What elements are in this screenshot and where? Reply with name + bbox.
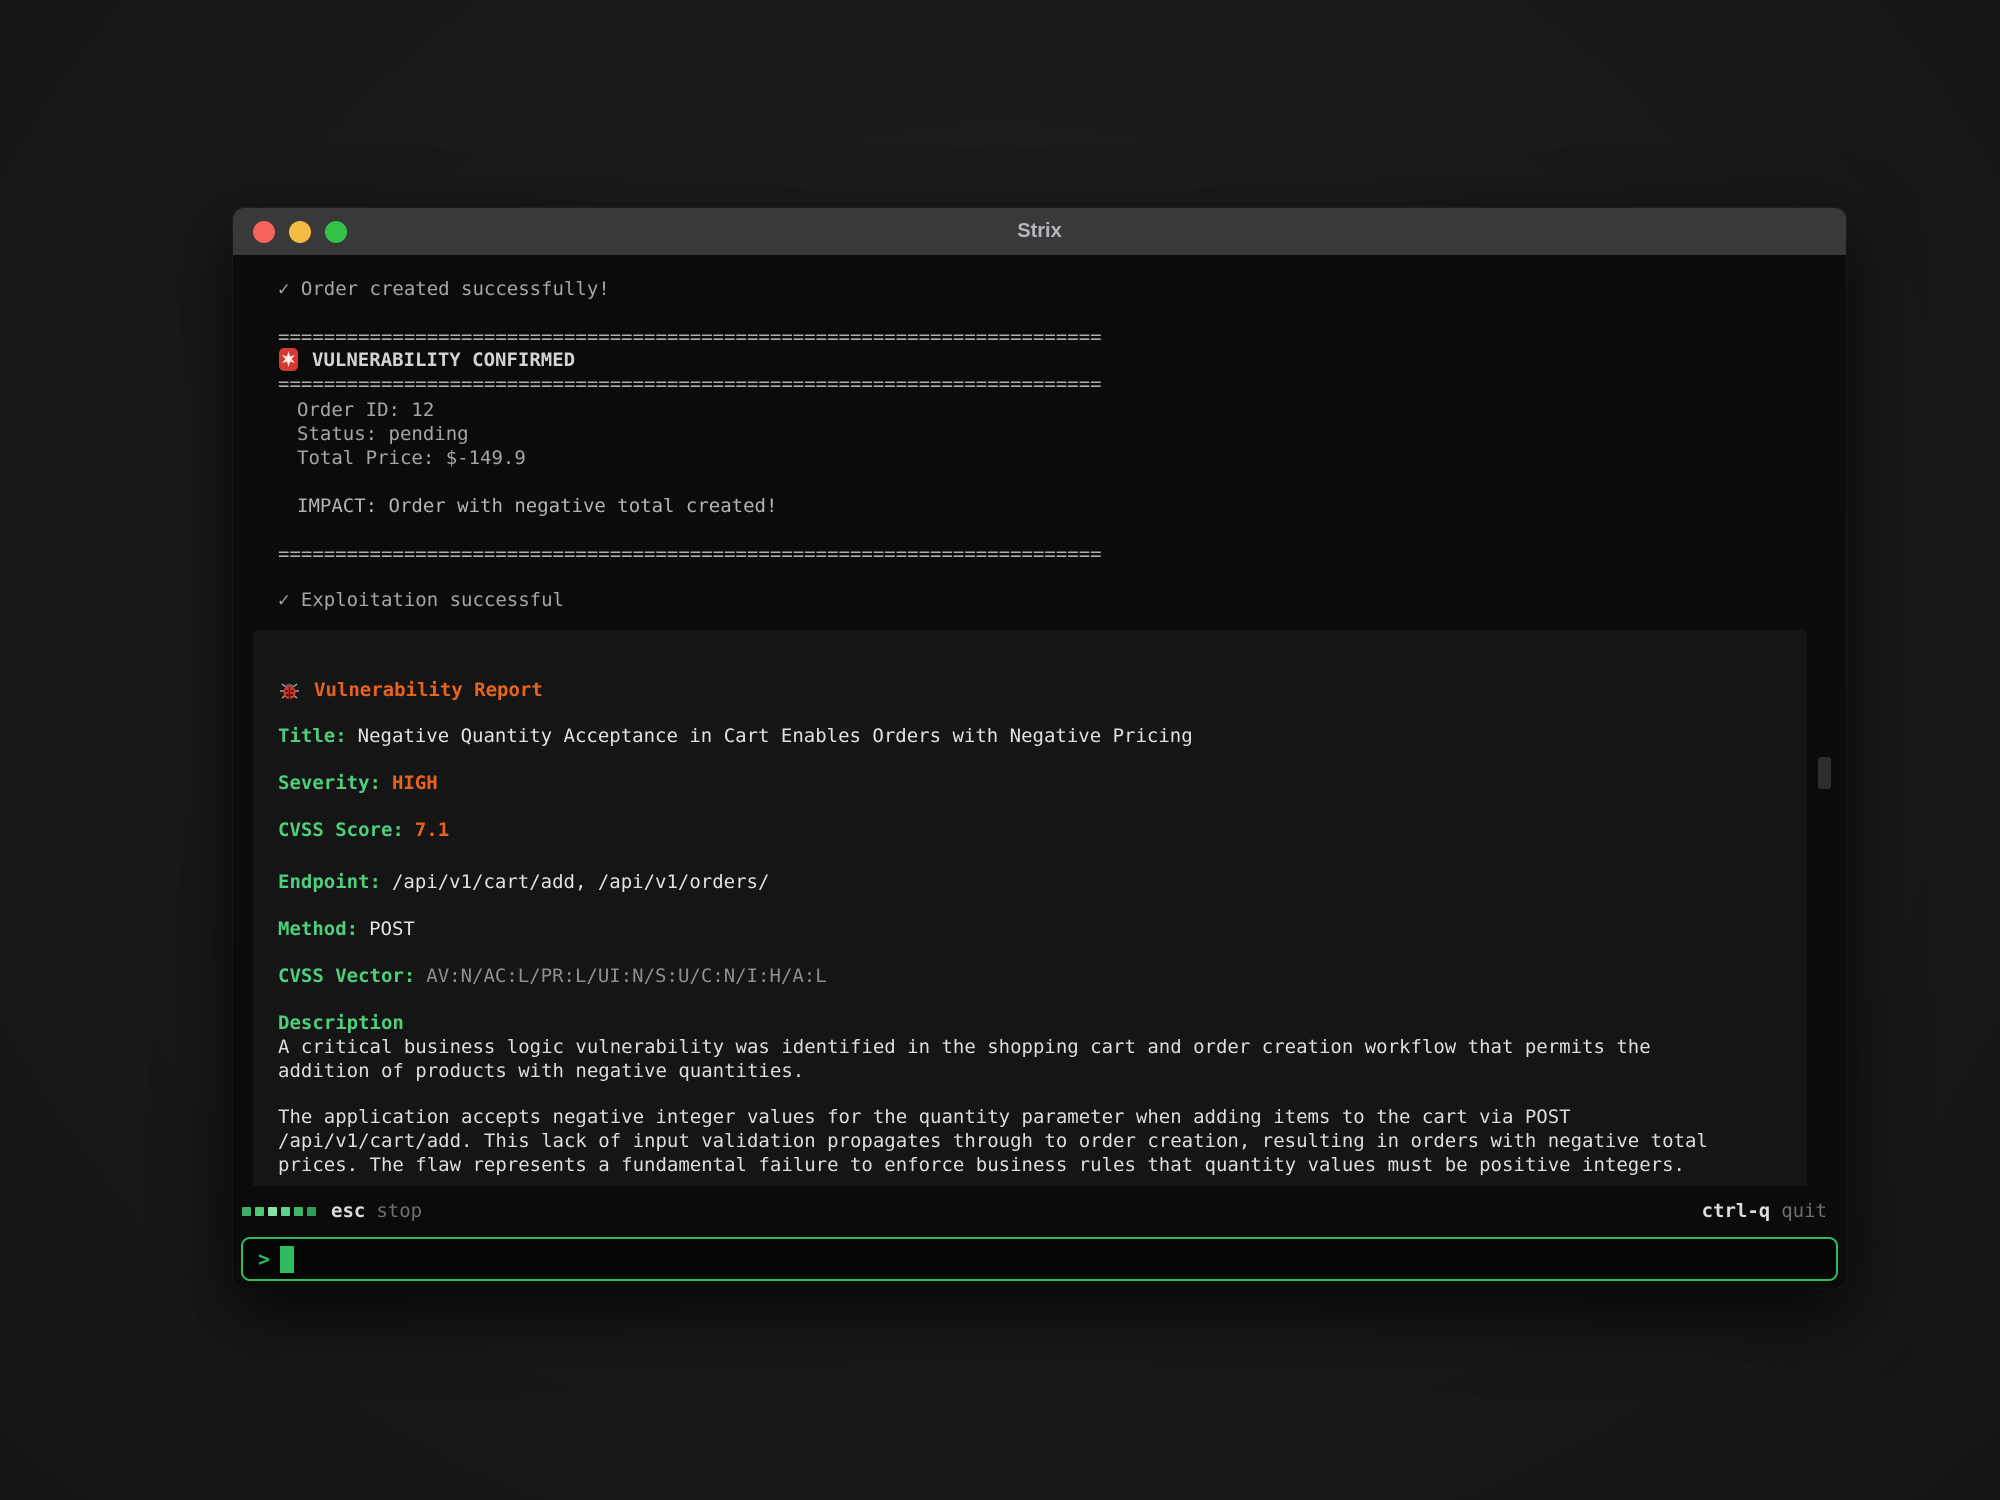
minimize-window-button[interactable] [289, 221, 311, 243]
command-input-row: > [233, 1236, 1846, 1288]
zoom-window-button[interactable] [325, 221, 347, 243]
vulnerability-report-panel: Vulnerability Report Title: Negative Quan… [253, 630, 1807, 1186]
report-field-cvss-vector: CVSS Vector: AV:N/AC:L/PR:L/UI:N/S:U/C:N/… [278, 964, 1782, 988]
report-field-cvss-score: CVSS Score: 7.1 [278, 818, 1782, 842]
description-paragraph-2: The application accepts negative integer… [278, 1105, 1782, 1177]
traffic-light-controls [253, 221, 347, 243]
terminal-output-area[interactable]: ✓ Order created successfully! ==========… [233, 255, 1846, 1186]
divider-line: ========================================… [278, 325, 1846, 349]
ctrl-q-key-label: ctrl-q [1702, 1200, 1771, 1222]
window-titlebar[interactable]: Strix [233, 208, 1846, 255]
stop-shortcut-hint[interactable]: esc stop [331, 1200, 422, 1222]
field-value: /api/v1/cart/add, /api/v1/orders/ [392, 871, 770, 893]
esc-key-label: esc [331, 1200, 365, 1222]
activity-spinner [242, 1207, 316, 1216]
report-heading: Vulnerability Report [314, 678, 543, 702]
field-label: Severity: [278, 772, 381, 794]
text-cursor [280, 1246, 294, 1273]
strix-terminal-window: Strix ✓ Order created successfully! ====… [233, 208, 1846, 1288]
spinner-block [281, 1207, 290, 1216]
report-field-method: Method: POST [278, 917, 1782, 941]
field-value: 7.1 [415, 819, 449, 841]
status-bar: esc stop ctrl-q quit [233, 1186, 1846, 1236]
field-label: Endpoint: [278, 871, 381, 893]
order-id-line: Order ID: 12 [278, 398, 1846, 422]
window-title: Strix [233, 220, 1846, 243]
field-label: CVSS Vector: [278, 965, 415, 987]
order-created-line: ✓ Order created successfully! [278, 277, 1846, 301]
spinner-block [242, 1207, 251, 1216]
command-input[interactable]: > [241, 1237, 1838, 1281]
stop-action-label: stop [376, 1200, 422, 1222]
spinner-block [255, 1207, 264, 1216]
description-paragraph-1: A critical business logic vulnerability … [278, 1035, 1782, 1083]
close-window-button[interactable] [253, 221, 275, 243]
divider-line: ========================================… [278, 372, 1846, 396]
spinner-block [268, 1207, 277, 1216]
field-label: CVSS Score: [278, 819, 404, 841]
desktop-background: Strix ✓ Order created successfully! ====… [0, 0, 2000, 1500]
order-total-price-line: Total Price: $-149.9 [278, 446, 1846, 470]
field-label: Title: [278, 725, 347, 747]
field-value: AV:N/AC:L/PR:L/UI:N/S:U/C:N/I:H/A:L [426, 965, 826, 987]
field-value: Negative Quantity Acceptance in Cart Ena… [358, 725, 1193, 747]
description-heading: Description [278, 1011, 1782, 1035]
siren-alert-icon [278, 347, 299, 372]
field-value: HIGH [392, 772, 438, 794]
quit-shortcut-hint[interactable]: ctrl-q quit [1702, 1200, 1827, 1222]
report-heading-row: Vulnerability Report [278, 678, 1782, 702]
report-field-severity: Severity: HIGH [278, 771, 1782, 795]
quit-action-label: quit [1781, 1200, 1827, 1222]
exploitation-successful-line: ✓ Exploitation successful [278, 588, 1846, 612]
vulnerability-confirmed-label: VULNERABILITY CONFIRMED [312, 348, 575, 372]
impact-line: IMPACT: Order with negative total create… [278, 494, 1846, 518]
vulnerability-confirmed-banner: VULNERABILITY CONFIRMED [278, 347, 1846, 372]
order-status-line: Status: pending [278, 422, 1846, 446]
divider-line: ========================================… [278, 542, 1846, 566]
bug-icon [278, 679, 301, 702]
scrollbar-thumb[interactable] [1818, 757, 1831, 789]
prompt-chevron: > [258, 1247, 270, 1271]
field-value: POST [369, 918, 415, 940]
field-label: Method: [278, 918, 358, 940]
report-field-title: Title: Negative Quantity Acceptance in Ca… [278, 724, 1782, 748]
spinner-block [294, 1207, 303, 1216]
report-field-endpoint: Endpoint: /api/v1/cart/add, /api/v1/order… [278, 870, 1782, 894]
spinner-block [307, 1207, 316, 1216]
